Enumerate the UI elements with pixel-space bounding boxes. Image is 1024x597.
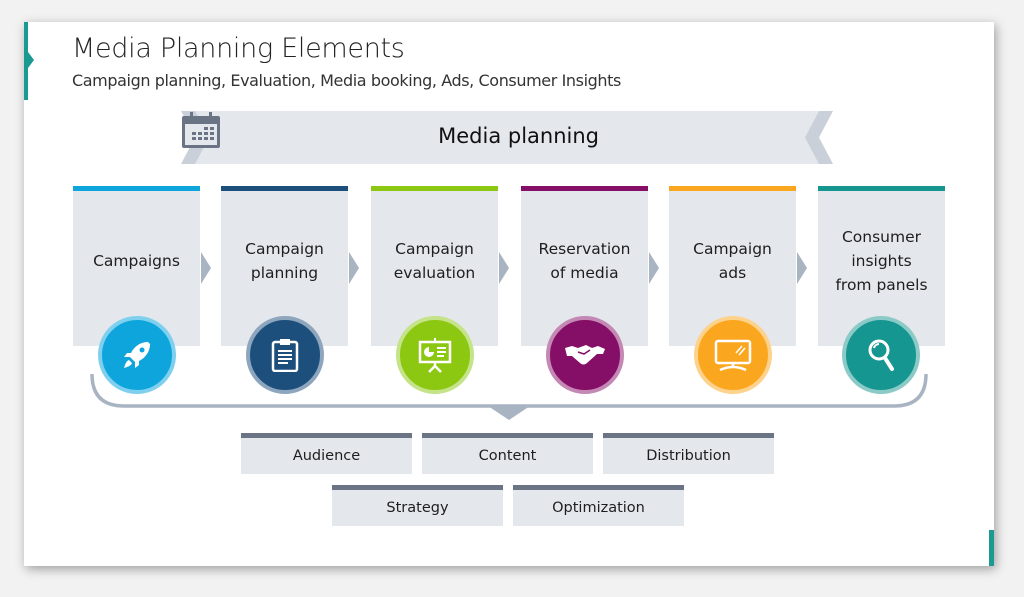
step-color-bar [371, 186, 498, 191]
step-arrow [797, 252, 807, 284]
campaign-ads-icon-circle [694, 316, 772, 394]
element-label: Optimization [552, 500, 645, 516]
corner-accent-bar [989, 530, 994, 566]
step-arrow [499, 252, 509, 284]
step-color-bar [818, 186, 945, 191]
slide: Media Planning Elements Campaign plannin… [24, 22, 994, 566]
magnifier-icon [868, 339, 894, 371]
calendar-icon [182, 112, 220, 148]
step-color-bar [73, 186, 200, 191]
step-label: Campaign ads [693, 240, 772, 282]
step-color-bar [521, 186, 648, 191]
monitor-icon [714, 339, 752, 372]
element-audience: Audience [241, 433, 412, 474]
element-optimization: Optimization [513, 485, 684, 526]
bracket-connector [90, 373, 928, 420]
step-arrow [349, 252, 359, 284]
media-planning-banner: Media planning [181, 111, 833, 164]
element-label: Audience [292, 448, 361, 464]
element-label: Distribution [646, 448, 731, 464]
element-distribution: Distribution [603, 433, 774, 474]
step-label: Campaigns [93, 252, 180, 270]
element-strategy: Strategy [332, 485, 503, 526]
campaign-planning-icon-circle [246, 316, 324, 394]
presentation-chart-icon [418, 338, 452, 373]
rocket-icon [124, 342, 150, 368]
title-accent-arrow [28, 52, 34, 68]
campaigns-icon-circle [98, 316, 176, 394]
step-label: Reservation of media [538, 240, 631, 282]
campaign-evaluation-icon-circle [396, 316, 474, 394]
reservation-icon-circle [546, 316, 624, 394]
step-arrow [201, 252, 211, 284]
page-title: Media Planning Elements [72, 33, 405, 64]
element-content: Content [422, 433, 593, 474]
consumer-insights-icon-circle [842, 316, 920, 394]
page-subtitle: Campaign planning, Evaluation, Media boo… [72, 71, 621, 90]
step-arrow [649, 252, 659, 284]
step-label: Consumer insights from panels [835, 228, 928, 294]
step-label: Campaign planning [245, 240, 324, 282]
handshake-icon [565, 345, 605, 365]
step-color-bar [669, 186, 796, 191]
clipboard-icon [271, 339, 299, 372]
banner-label: Media planning [438, 124, 599, 148]
step-label: Campaign evaluation [393, 240, 476, 282]
element-label: Strategy [386, 500, 449, 516]
element-label: Content [478, 448, 537, 464]
step-color-bar [221, 186, 348, 191]
